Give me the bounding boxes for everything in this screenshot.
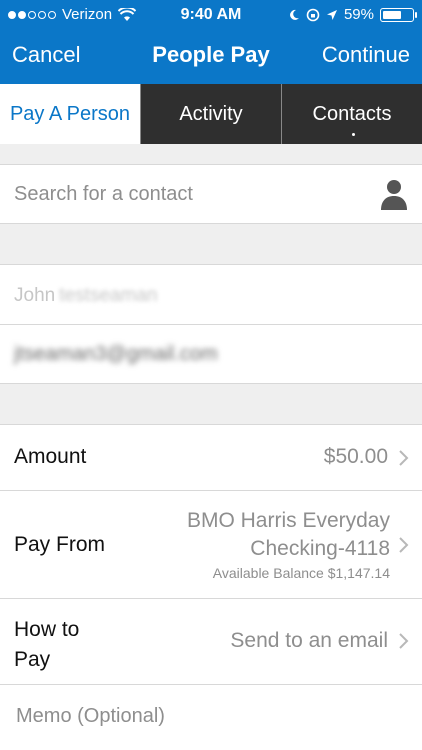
amount-label: Amount (14, 445, 87, 468)
rotation-lock-icon (306, 8, 320, 21)
recipient-name-field[interactable]: John testseaman (14, 285, 157, 307)
tab-activity[interactable]: Activity (140, 84, 281, 144)
status-bar: Verizon 9:40 AM 59% (0, 0, 422, 30)
continue-button[interactable]: Continue (322, 42, 410, 68)
search-input[interactable]: Search for a contact (14, 183, 193, 206)
recipient-first-name: John (14, 285, 56, 306)
battery-icon (380, 7, 417, 22)
chevron-right-icon (399, 450, 409, 466)
pay-from-account-line2: Checking-4118 (250, 537, 390, 560)
recipient-email-row[interactable]: jtseaman3@gmail.com (0, 324, 422, 384)
tab-pay-a-person[interactable]: Pay A Person (0, 84, 140, 144)
section-gap (0, 144, 422, 164)
tab-contacts-label: Contacts (312, 102, 392, 125)
moon-icon (290, 9, 299, 20)
pay-from-label: Pay From (14, 533, 106, 556)
status-right: 59% (288, 6, 417, 23)
recipient-name-row[interactable]: John testseaman (0, 264, 422, 324)
available-balance: Available Balance $1,147.14 (212, 565, 390, 581)
pay-from-account: BMO Harris Everyday Checking-4118 (187, 507, 390, 563)
memo-row[interactable]: Memo (Optional) (0, 684, 422, 750)
how-to-pay-label: How to Pay (14, 618, 80, 671)
recipient-last-name: testseaman (59, 285, 158, 306)
memo-input[interactable]: Memo (Optional) (16, 705, 165, 728)
amount-value: $50.00 (323, 445, 388, 468)
pay-from-account-line1: BMO Harris Everyday (186, 509, 390, 532)
cancel-button[interactable]: Cancel (12, 42, 80, 68)
chevron-right-icon (399, 633, 409, 649)
segmented-tabs: Pay A Person Activity Contacts (0, 84, 422, 144)
contact-search-row[interactable]: Search for a contact (0, 164, 422, 224)
tab-indicator-dot (352, 133, 355, 136)
chevron-right-icon (399, 537, 409, 553)
section-gap (0, 224, 422, 264)
contacts-person-icon[interactable] (380, 179, 408, 211)
how-to-pay-row[interactable]: How to Pay Send to an email (0, 598, 422, 684)
location-arrow-icon (326, 9, 337, 20)
nav-bar: Cancel People Pay Continue (0, 30, 422, 84)
amount-row[interactable]: Amount $50.00 (0, 424, 422, 490)
recipient-email-field[interactable]: jtseaman3@gmail.com (14, 343, 218, 366)
pay-from-row[interactable]: Pay From BMO Harris Everyday Checking-41… (0, 490, 422, 598)
how-to-pay-value: Send to an email (230, 629, 388, 652)
section-gap (0, 384, 422, 424)
battery-percent: 59% (343, 6, 374, 23)
tab-contacts[interactable]: Contacts (281, 84, 422, 144)
